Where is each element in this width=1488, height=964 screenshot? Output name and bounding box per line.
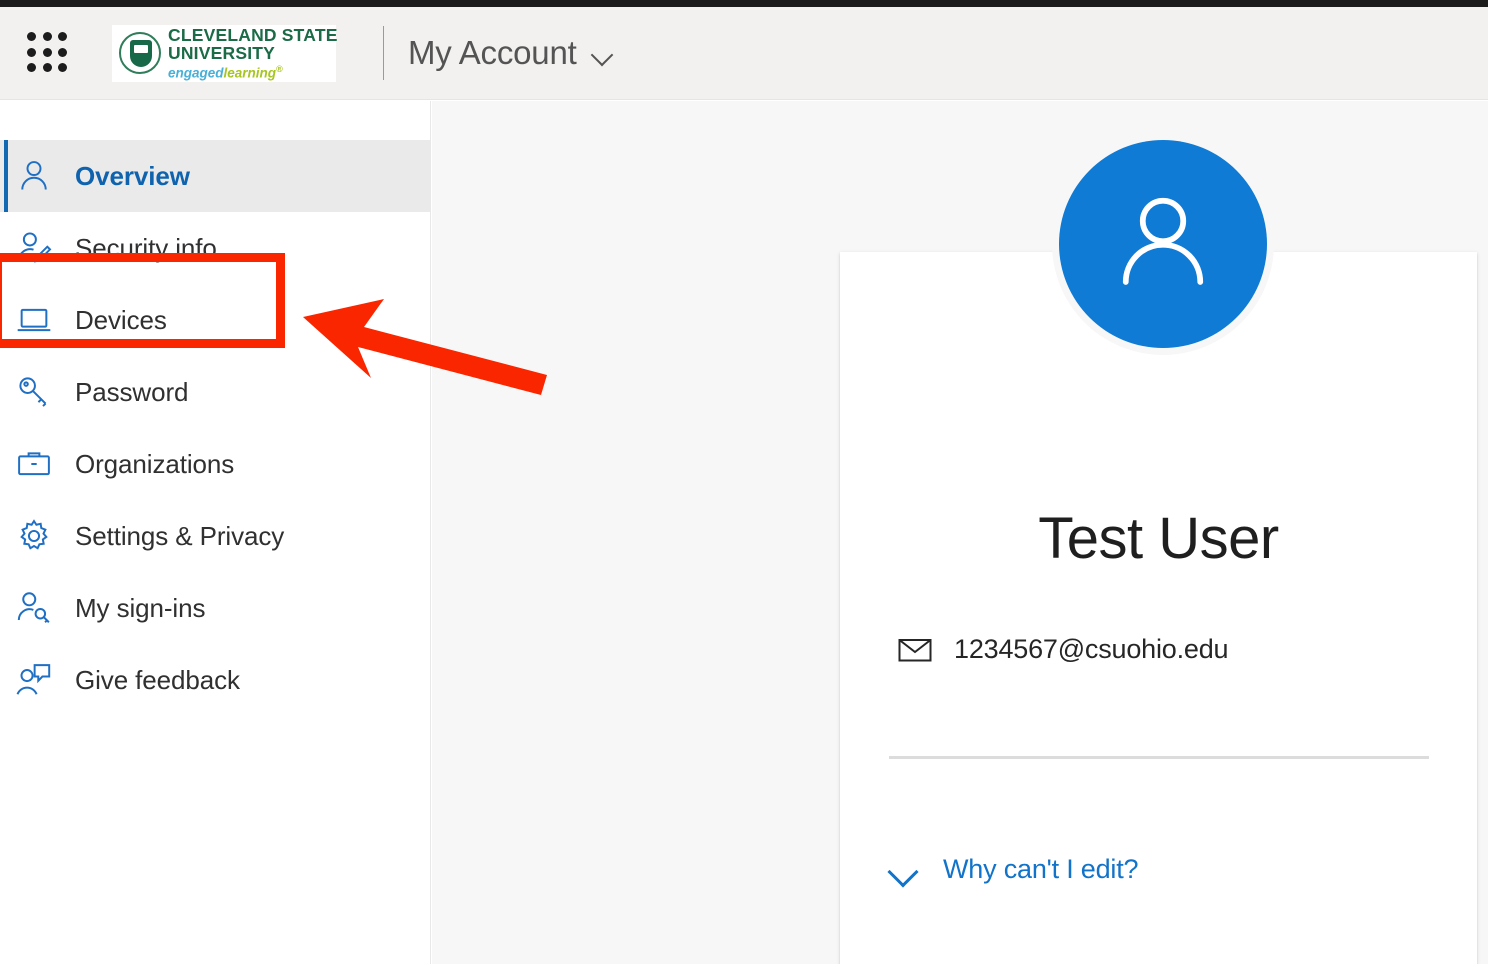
envelope-icon (898, 637, 932, 663)
university-seal-icon (119, 32, 161, 74)
cleveland-state-university-logo[interactable]: CLEVELAND STATE UNIVERSITY engagedlearni… (112, 25, 336, 82)
user-email-row: 1234567@csuohio.edu (898, 634, 1228, 665)
sidebar-nav: Overview Security info Devices (0, 101, 431, 964)
person-icon (14, 156, 54, 196)
brand-line-1: CLEVELAND STATE (168, 27, 338, 45)
sidebar-item-label: Security info (75, 233, 217, 264)
sidebar-item-label: Organizations (75, 449, 234, 480)
sidebar-item-settings-privacy[interactable]: Settings & Privacy (0, 500, 430, 572)
why-cant-i-edit-link[interactable]: Why can't I edit? (888, 854, 1138, 885)
sidebar-item-overview[interactable]: Overview (0, 140, 430, 212)
gear-icon (14, 516, 54, 556)
profile-card: Test User 1234567@csuohio.edu Why can't … (840, 252, 1477, 964)
person-feedback-icon (14, 660, 54, 700)
header-divider (383, 26, 384, 80)
sidebar-item-label: Settings & Privacy (75, 521, 284, 552)
chevron-down-icon[interactable] (591, 47, 613, 59)
sidebar-item-label: My sign-ins (75, 593, 205, 624)
sidebar-item-label: Devices (75, 305, 167, 336)
app-header: CLEVELAND STATE UNIVERSITY engagedlearni… (0, 7, 1488, 100)
sidebar-item-security-info[interactable]: Security info (0, 212, 430, 284)
sidebar-item-label: Password (75, 377, 188, 408)
brand-tagline: engagedlearning® (168, 65, 338, 80)
person-avatar-icon (1059, 140, 1267, 348)
top-chrome-strip (0, 0, 1488, 7)
sidebar-item-give-feedback[interactable]: Give feedback (0, 644, 430, 716)
brand-wordmark: CLEVELAND STATE UNIVERSITY engagedlearni… (168, 27, 338, 80)
my-account-page: CLEVELAND STATE UNIVERSITY engagedlearni… (0, 0, 1488, 964)
sidebar-item-organizations[interactable]: Organizations (0, 428, 430, 500)
laptop-icon (14, 300, 54, 340)
briefcase-icon (14, 444, 54, 484)
user-display-name: Test User (840, 505, 1477, 572)
content-area: Test User 1234567@csuohio.edu Why can't … (432, 101, 1488, 964)
user-email: 1234567@csuohio.edu (954, 634, 1228, 665)
app-title-menu[interactable]: My Account (408, 34, 613, 72)
sidebar-item-devices[interactable]: Devices (0, 284, 430, 356)
card-divider (889, 756, 1429, 759)
tagline-registered-mark: ® (276, 64, 283, 74)
person-key-icon (14, 588, 54, 628)
sidebar-item-label: Overview (75, 161, 190, 192)
tagline-engaged: engaged (168, 65, 224, 80)
person-edit-icon (14, 228, 54, 268)
app-launcher-icon[interactable] (27, 32, 69, 74)
brand-line-2: UNIVERSITY (168, 45, 338, 63)
sidebar-item-label: Give feedback (75, 665, 240, 696)
tagline-learning: learning (224, 65, 277, 80)
chevron-down-icon (888, 861, 918, 878)
page-title: My Account (408, 34, 577, 72)
sidebar-item-password[interactable]: Password (0, 356, 430, 428)
avatar[interactable] (1052, 133, 1274, 355)
key-icon (14, 372, 54, 412)
sidebar-item-my-sign-ins[interactable]: My sign-ins (0, 572, 430, 644)
why-cant-i-edit-label: Why can't I edit? (943, 854, 1138, 885)
